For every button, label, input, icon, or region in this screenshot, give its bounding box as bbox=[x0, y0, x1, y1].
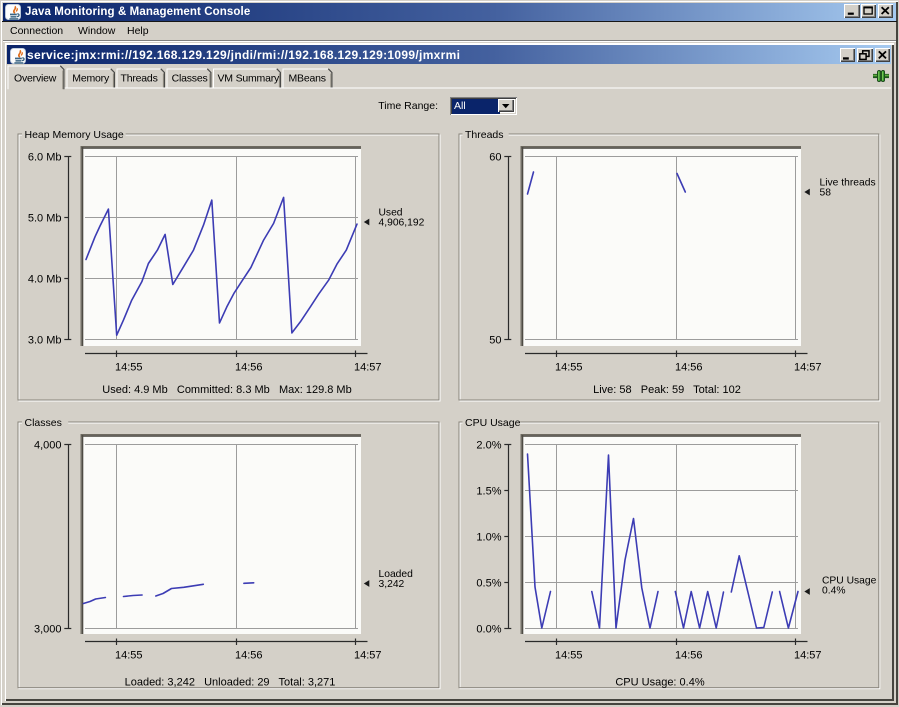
svg-text:0.4%: 0.4% bbox=[822, 585, 845, 596]
svg-text:1.5%: 1.5% bbox=[476, 486, 501, 498]
svg-text:Loaded: 3,242 Unloaded: 29: Loaded: 3,242 Unloaded: 29 Total: 3,271 bbox=[125, 677, 336, 689]
svg-text:3.0 Mb: 3.0 Mb bbox=[28, 335, 62, 347]
svg-text:14:55: 14:55 bbox=[115, 362, 143, 374]
svg-text:CPU Usage: 0.4%: CPU Usage: 0.4% bbox=[615, 677, 704, 689]
svg-text:5.0 Mb: 5.0 Mb bbox=[28, 213, 62, 225]
svg-text:14:56: 14:56 bbox=[675, 362, 703, 374]
svg-text:60: 60 bbox=[489, 152, 501, 164]
svg-text:Threads: Threads bbox=[121, 73, 158, 85]
svg-text:0.5%: 0.5% bbox=[476, 578, 501, 590]
svg-text:MBeans: MBeans bbox=[289, 73, 326, 85]
svg-text:Live: 58 Peak: 59 Total: 1: Live: 58 Peak: 59 Total: 102 bbox=[593, 384, 741, 396]
svg-text:1.0%: 1.0% bbox=[476, 532, 501, 544]
svg-text:14:57: 14:57 bbox=[354, 362, 382, 374]
svg-text:4,906,192: 4,906,192 bbox=[379, 217, 425, 228]
svg-text:3,242: 3,242 bbox=[379, 579, 405, 590]
svg-text:CPU Usage: CPU Usage bbox=[465, 417, 521, 429]
svg-text:Classes: Classes bbox=[25, 417, 62, 429]
svg-text:Overview: Overview bbox=[14, 73, 57, 85]
svg-text:Used: 4.9 Mb Committed: 8.3: Used: 4.9 Mb Committed: 8.3 Mb Max: 129.… bbox=[102, 384, 351, 396]
svg-text:Classes: Classes bbox=[172, 73, 208, 85]
svg-text:58: 58 bbox=[820, 187, 832, 198]
svg-text:14:56: 14:56 bbox=[235, 650, 263, 662]
svg-text:14:56: 14:56 bbox=[675, 650, 703, 662]
svg-text:Memory: Memory bbox=[72, 73, 110, 85]
svg-text:3,000: 3,000 bbox=[34, 624, 62, 636]
svg-text:14:55: 14:55 bbox=[555, 362, 583, 374]
svg-text:0.0%: 0.0% bbox=[476, 624, 501, 636]
svg-text:14:57: 14:57 bbox=[794, 650, 822, 662]
svg-text:50: 50 bbox=[489, 335, 501, 347]
svg-text:VM Summary: VM Summary bbox=[218, 73, 281, 85]
svg-text:2.0%: 2.0% bbox=[476, 440, 501, 452]
svg-text:4.0 Mb: 4.0 Mb bbox=[28, 274, 62, 286]
svg-text:Threads: Threads bbox=[465, 129, 504, 141]
svg-text:14:55: 14:55 bbox=[115, 650, 143, 662]
svg-text:Heap Memory Usage: Heap Memory Usage bbox=[25, 129, 124, 141]
svg-text:14:56: 14:56 bbox=[235, 362, 263, 374]
svg-text:4,000: 4,000 bbox=[34, 440, 62, 452]
svg-text:14:57: 14:57 bbox=[794, 362, 822, 374]
svg-text:6.0 Mb: 6.0 Mb bbox=[28, 152, 62, 164]
svg-text:14:57: 14:57 bbox=[354, 650, 382, 662]
svg-text:14:55: 14:55 bbox=[555, 650, 583, 662]
